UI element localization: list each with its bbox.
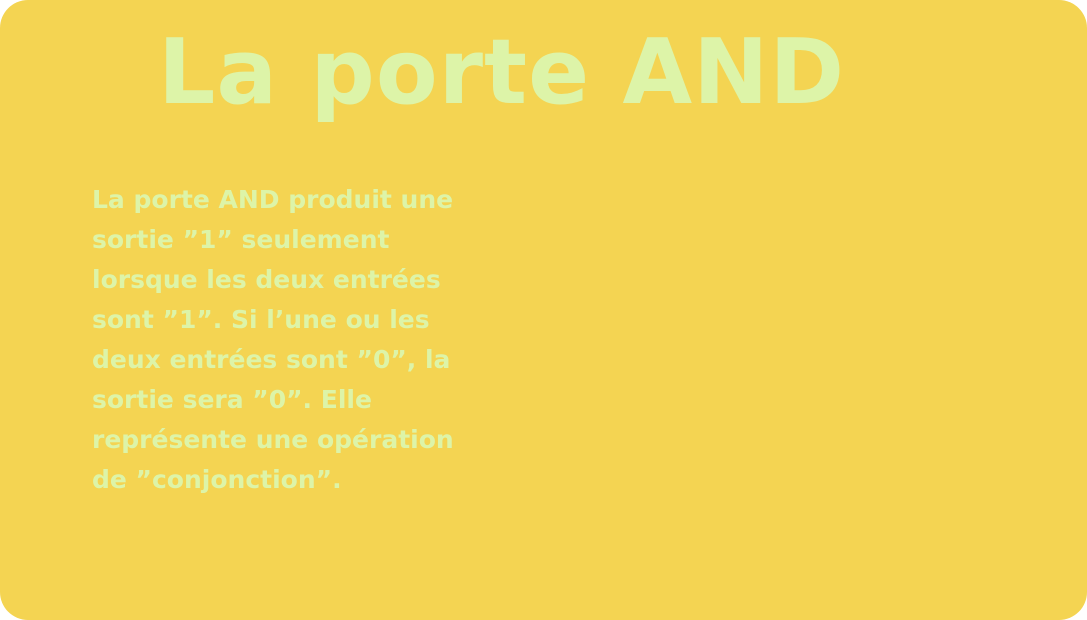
paragraph-line: sont ”1”. Si l’une ou les: [92, 305, 430, 334]
slide-card: La porte AND La porte AND produit une so…: [0, 0, 1087, 620]
paragraph-line: lorsque les deux entrées: [92, 265, 441, 294]
slide-paragraph: La porte AND produit une sortie ”1” seul…: [92, 180, 562, 500]
paragraph-line: sortie sera ”0”. Elle: [92, 385, 372, 414]
paragraph-line: La porte AND produit une: [92, 185, 454, 214]
paragraph-line: représente une opération: [92, 425, 454, 454]
paragraph-line: sortie ”1” seulement: [92, 225, 390, 254]
slide-title: La porte AND: [158, 20, 846, 125]
paragraph-line: de ”conjonction”.: [92, 465, 342, 494]
paragraph-line: deux entrées sont ”0”, la: [92, 345, 451, 374]
